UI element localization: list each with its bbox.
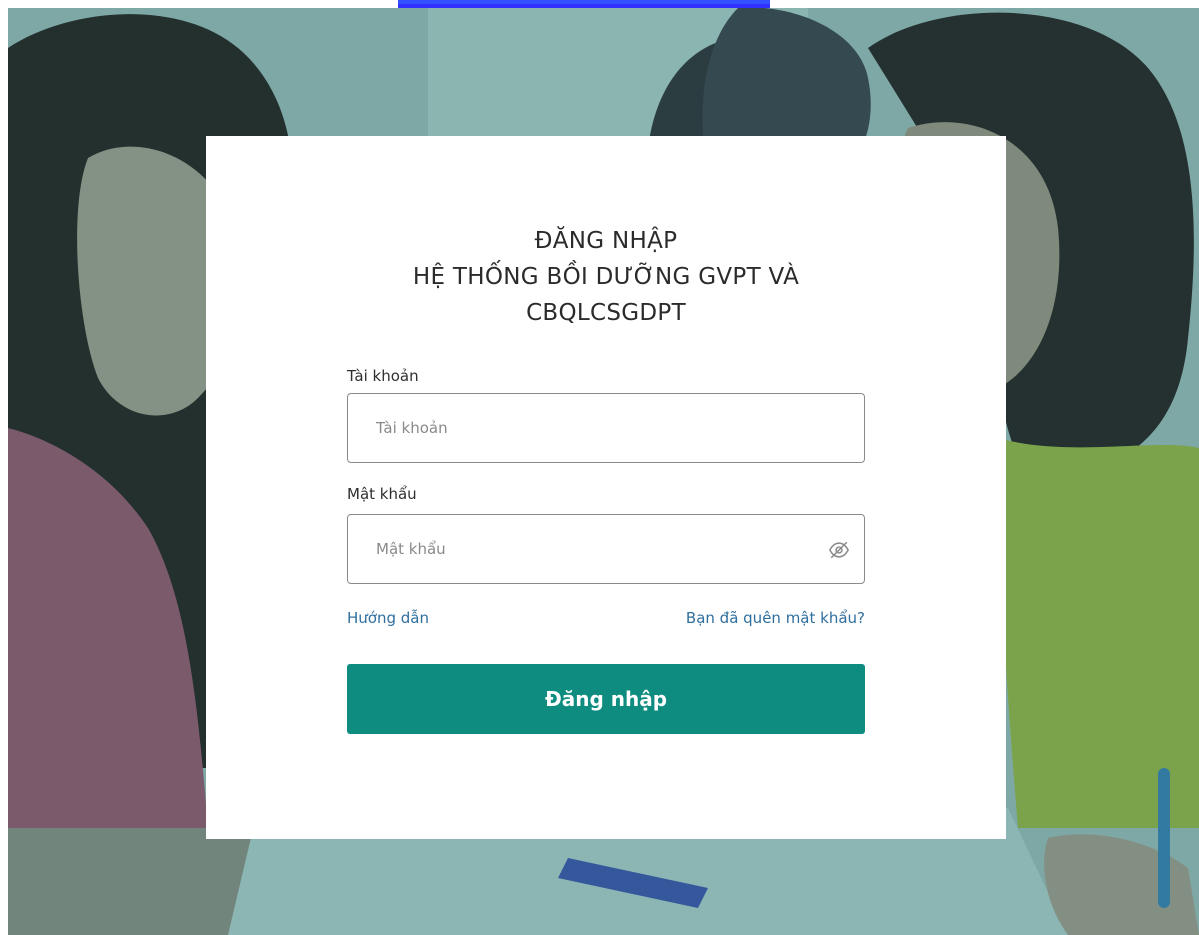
forgot-password-link[interactable]: Bạn đã quên mật khẩu? xyxy=(686,609,865,627)
title-line-2: HỆ THỐNG BỒI DƯỠNG GVPT VÀ xyxy=(412,264,800,290)
title-line-1: ĐĂNG NHẬP xyxy=(534,228,678,254)
account-input[interactable] xyxy=(348,394,864,462)
password-input[interactable] xyxy=(348,515,864,583)
login-card: ĐĂNG NHẬP HỆ THỐNG BỒI DƯỠNG GVPT VÀ CBQ… xyxy=(206,136,1006,839)
login-title: ĐĂNG NHẬP HỆ THỐNG BỒI DƯỠNG GVPT VÀ CBQ… xyxy=(206,223,1006,331)
title-line-3: CBQLCSGDPT xyxy=(526,300,686,326)
account-label: Tài khoản xyxy=(347,367,419,385)
document-top-strip xyxy=(0,0,1199,8)
guide-link[interactable]: Hướng dẫn xyxy=(347,609,429,627)
eye-slash-icon[interactable] xyxy=(828,539,850,561)
account-field-box xyxy=(347,393,865,463)
password-field-box xyxy=(347,514,865,584)
login-button[interactable]: Đăng nhập xyxy=(347,664,865,734)
document-link[interactable] xyxy=(398,0,770,8)
login-page: ĐĂNG NHẬP HỆ THỐNG BỒI DƯỠNG GVPT VÀ CBQ… xyxy=(0,0,1199,935)
password-label: Mật khẩu xyxy=(347,485,417,503)
